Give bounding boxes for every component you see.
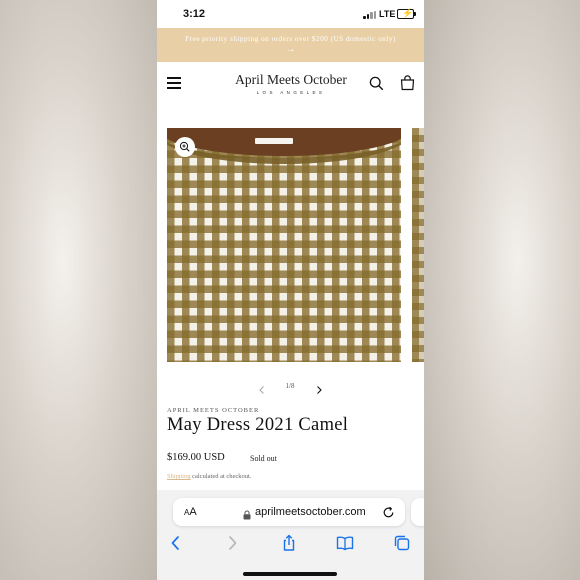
home-indicator[interactable] xyxy=(243,572,337,576)
product-title: May Dress 2021 Camel xyxy=(167,415,349,435)
tabs-icon[interactable] xyxy=(393,534,411,552)
background-blur-left xyxy=(0,0,157,580)
shipping-note: Shipping calculated at checkout. xyxy=(167,473,251,480)
image-counter: 1/8 xyxy=(285,382,295,390)
shipping-note-text: calculated at checkout. xyxy=(190,473,252,480)
search-icon[interactable] xyxy=(369,76,384,91)
announcement-text: Free priority shipping on orders over $2… xyxy=(185,35,396,43)
product-vendor: APRIL MEETS OCTOBER xyxy=(167,407,260,414)
chevron-right-icon[interactable] xyxy=(314,382,324,394)
lock-icon xyxy=(243,507,251,520)
arrow-right-icon[interactable]: → xyxy=(157,45,424,55)
background-blur-right xyxy=(424,0,580,580)
text-size-large: A xyxy=(189,506,197,518)
share-icon[interactable] xyxy=(280,534,298,552)
signal-icon xyxy=(363,11,377,19)
battery-icon: ⚡ xyxy=(397,8,416,19)
cart-icon[interactable] xyxy=(400,75,415,91)
back-icon[interactable] xyxy=(167,534,185,552)
brand-logo[interactable]: April Meets October LOS ANGELES xyxy=(227,72,355,95)
network-type: LTE xyxy=(379,9,396,19)
status-time: 3:12 xyxy=(183,8,206,20)
product-price: $169.00 USD xyxy=(167,452,225,463)
zoom-icon[interactable] xyxy=(175,137,195,157)
product-image[interactable] xyxy=(167,128,401,362)
forward-icon[interactable] xyxy=(223,534,241,552)
shipping-link[interactable]: Shipping xyxy=(167,473,190,480)
next-image-peek[interactable] xyxy=(412,128,424,362)
text-size-button[interactable]: AA xyxy=(184,506,197,518)
chevron-left-icon[interactable] xyxy=(257,382,267,394)
bookmarks-icon[interactable] xyxy=(336,534,354,552)
status-bar: 3:12 LTE ⚡ xyxy=(157,0,424,28)
reload-icon[interactable] xyxy=(382,506,395,519)
site-header: April Meets October LOS ANGELES xyxy=(157,62,424,106)
phone-screen: 3:12 LTE ⚡ Free priority shipping on ord… xyxy=(157,0,424,580)
browser-toolbar: AA aprilmeetsoctober.com xyxy=(157,490,424,580)
address-bar[interactable]: AA aprilmeetsoctober.com xyxy=(173,498,405,526)
brand-tagline: LOS ANGELES xyxy=(256,90,326,95)
next-tab-card[interactable] xyxy=(411,498,424,526)
garment-label xyxy=(255,138,293,144)
brand-name: April Meets October xyxy=(235,72,347,87)
gallery-pager: 1/8 xyxy=(157,380,424,394)
menu-icon[interactable] xyxy=(167,76,181,89)
announcement-bar[interactable]: Free priority shipping on orders over $2… xyxy=(157,28,424,62)
sold-out-badge: Sold out xyxy=(250,454,277,463)
url-text: aprilmeetsoctober.com xyxy=(255,506,366,518)
